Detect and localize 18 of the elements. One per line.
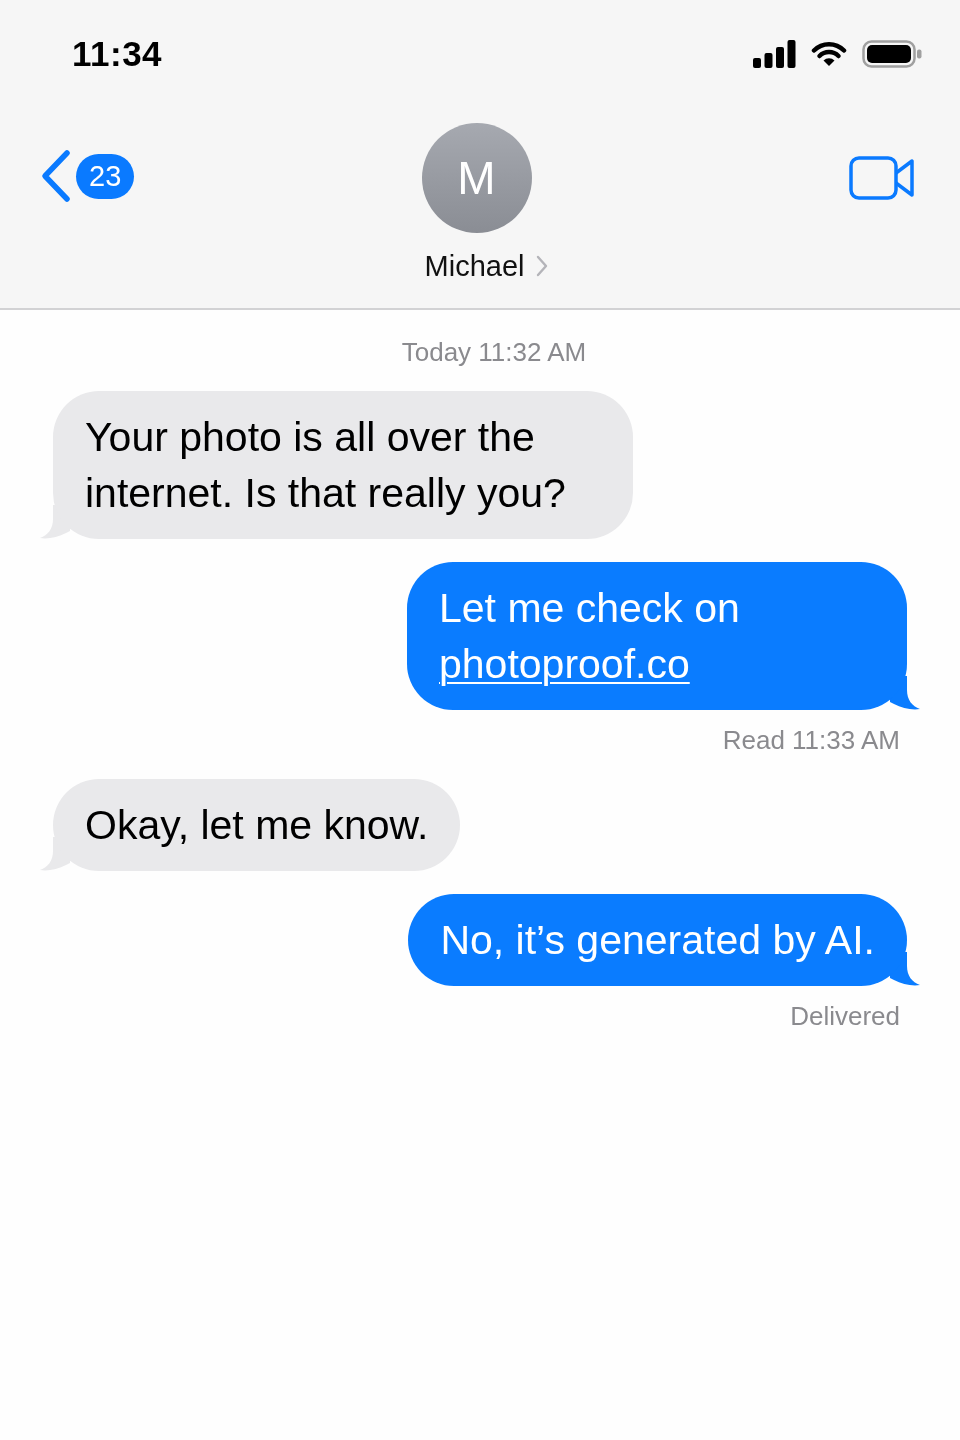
message-text: Let me check on photoproof.co bbox=[439, 584, 741, 689]
message-status: Delivered bbox=[790, 1000, 900, 1032]
back-button[interactable]: 23 bbox=[38, 149, 135, 203]
contact-name-button[interactable]: Michael bbox=[404, 247, 549, 285]
wifi-icon bbox=[811, 41, 847, 67]
contact-avatar[interactable]: M bbox=[421, 123, 532, 233]
link[interactable]: photoproof.co bbox=[439, 641, 690, 687]
chevron-right-icon bbox=[536, 255, 549, 277]
video-camera-icon[interactable] bbox=[849, 156, 915, 200]
message-text: Okay, let me know. bbox=[85, 801, 429, 850]
message-timestamp: Today 11:32 AM bbox=[401, 336, 587, 368]
signal-icon bbox=[753, 40, 796, 68]
message-text: Your photo is all over the internet. Is that really you? bbox=[85, 413, 567, 518]
message-text: No, it’s generated by AI. bbox=[440, 916, 875, 965]
message-status: Read 11:33 AM bbox=[722, 724, 900, 756]
battery-icon bbox=[862, 40, 922, 68]
status-time: 11:34 bbox=[72, 34, 163, 74]
unread-count-badge: 23 bbox=[76, 153, 135, 199]
